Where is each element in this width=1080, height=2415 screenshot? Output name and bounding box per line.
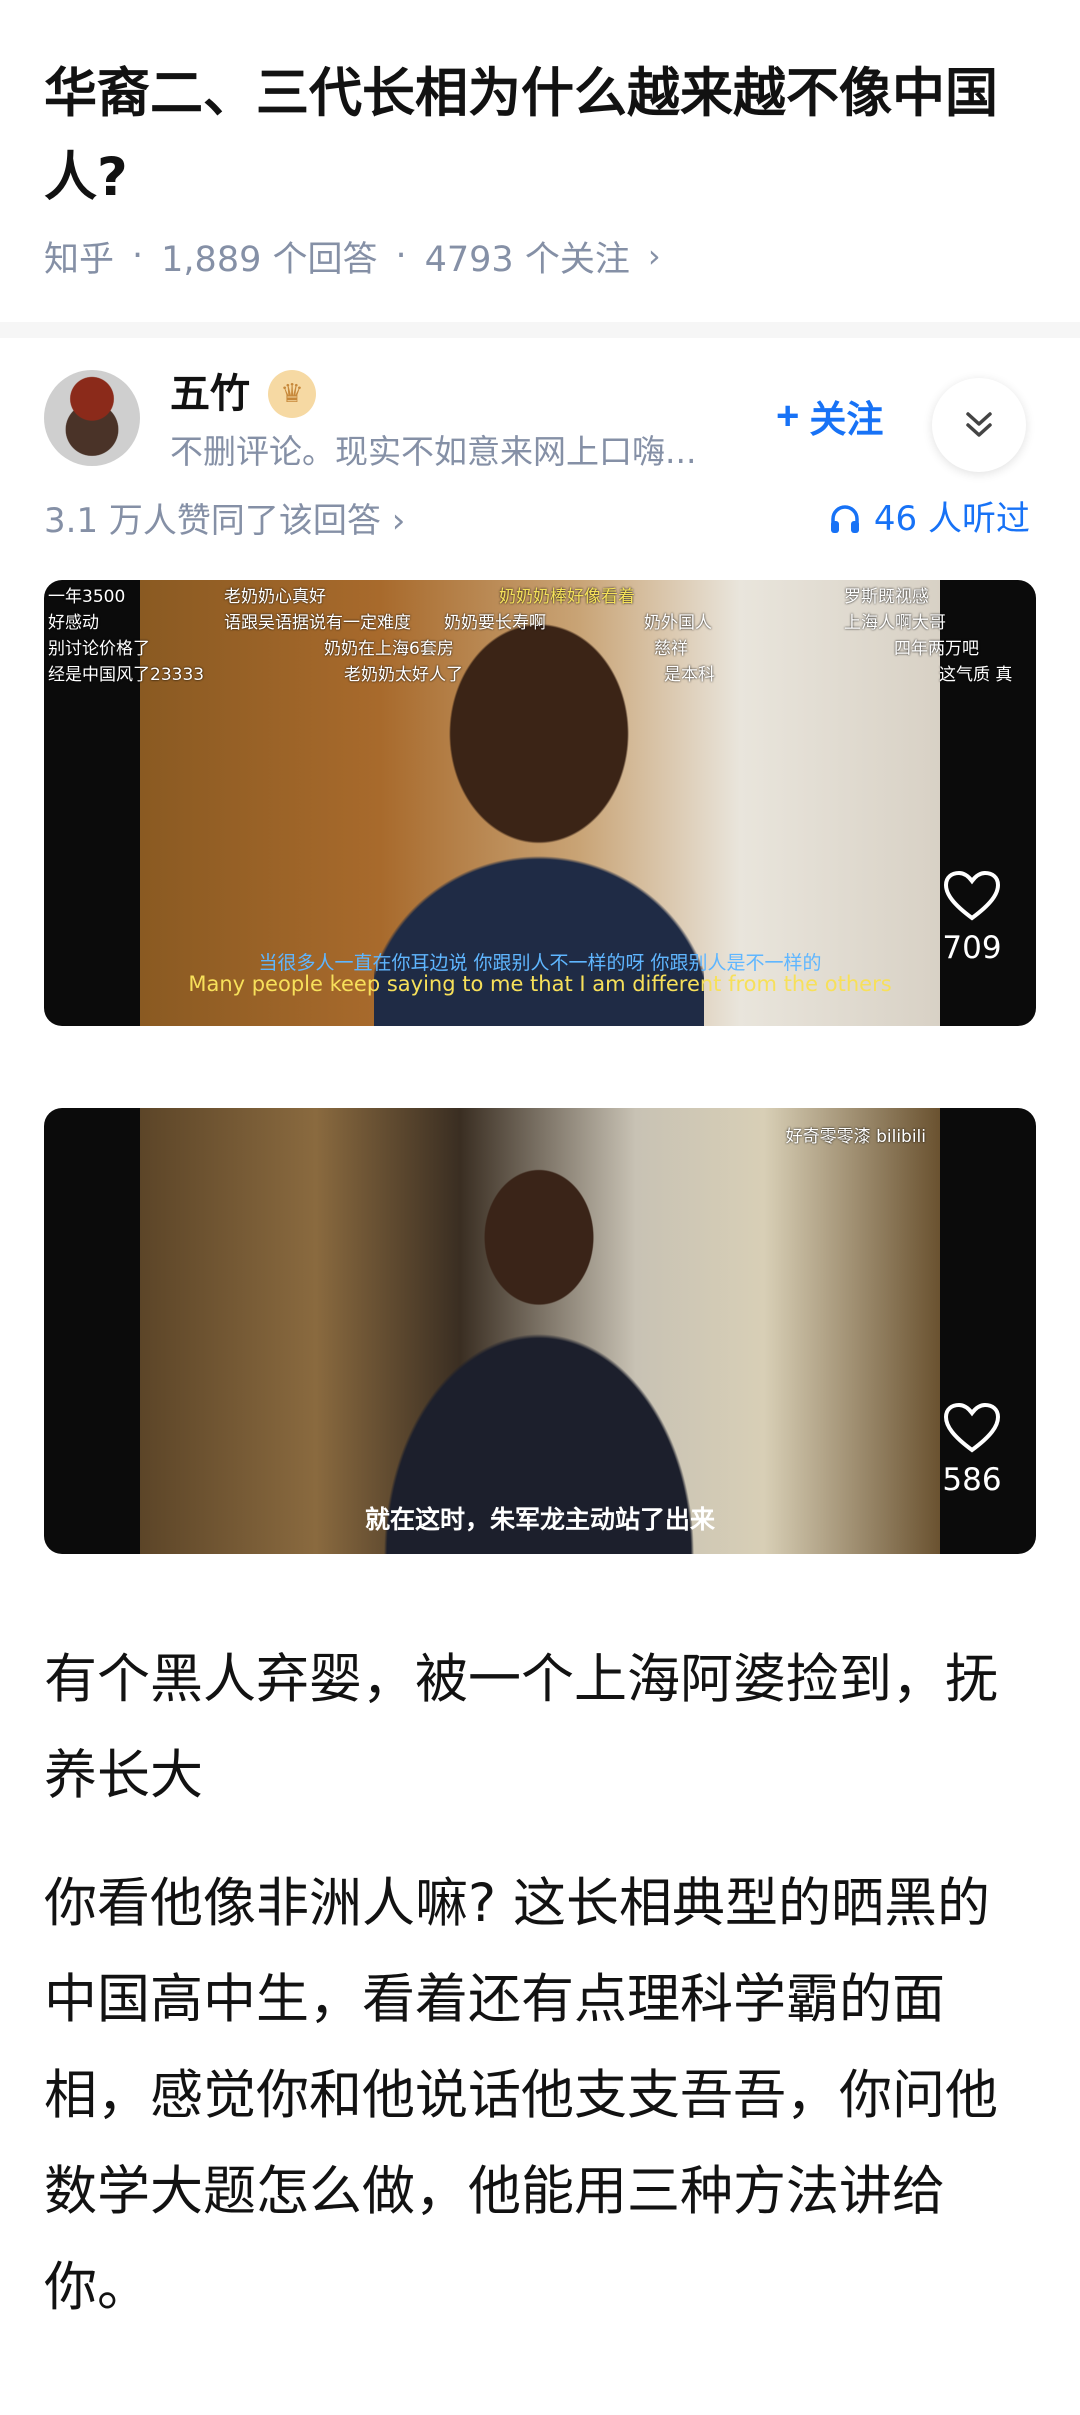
danmaku: 老奶奶心真好 xyxy=(224,587,326,607)
danmaku: 奶奶要长寿啊 xyxy=(444,613,546,633)
video-like-count: 586 xyxy=(942,1462,1002,1498)
follower-count: 4793 个关注 xyxy=(424,239,630,280)
video-subtitle-cn: 当很多人一直在你耳边说 你跟别人不一样的呀 你跟别人是不一样的 xyxy=(258,952,822,974)
video-subtitle-en: Many people keep saying to me that I am … xyxy=(188,972,892,996)
danmaku: 经是中国风了23333 xyxy=(48,665,205,685)
answer-count: 1,889 个回答 xyxy=(161,239,378,280)
follow-label: 关注 xyxy=(809,399,884,440)
video-like-count: 709 xyxy=(942,930,1002,966)
answer-paragraph-2: 你看他像非洲人嘛? 这长相典型的晒黑的中国高中生，看着还有点理科学霸的面相，感觉… xyxy=(44,1873,998,2318)
danmaku: 奶奶奶棒好像看着 xyxy=(499,587,635,607)
answer-page: 华裔二、三代长相为什么越来越不像中国人? 知乎 · 1,889 个回答 · 47… xyxy=(0,0,1080,2415)
question-title[interactable]: 华裔二、三代长相为什么越来越不像中国人? xyxy=(44,52,1034,220)
listen-count[interactable]: 46 人听过 xyxy=(828,494,1030,544)
author-name[interactable]: 五竹 xyxy=(170,366,250,422)
likes-count: 3.1 万人赞同了该回答 xyxy=(44,501,381,541)
danmaku: 上海人啊大哥 xyxy=(844,613,946,633)
danmaku: 一年3500 xyxy=(48,587,126,607)
danmaku: 好感动 xyxy=(48,613,99,633)
crown-badge-icon: ♛ xyxy=(268,370,316,418)
author-bio: 不删评论。现实不如意来网上口嗨... xyxy=(170,432,697,471)
video-like-button[interactable]: 586 xyxy=(936,1402,1008,1498)
separator-dot: · xyxy=(395,236,407,276)
danmaku: 慈祥 xyxy=(654,639,688,659)
danmaku: 语跟吴语据说有一定难度 xyxy=(224,613,411,633)
plus-icon: + xyxy=(776,393,800,438)
danmaku: 奶外国人 xyxy=(644,613,712,633)
question-meta[interactable]: 知乎 · 1,889 个回答 · 4793 个关注 › xyxy=(44,228,661,284)
chevron-right-icon: › xyxy=(391,501,406,541)
video-watermark: 好奇零零漆 bilibili xyxy=(785,1127,926,1147)
source-label: 知乎 xyxy=(44,239,115,280)
likes-row[interactable]: 3.1 万人赞同了该回答 › xyxy=(44,496,405,546)
speaker-figure xyxy=(374,1148,704,1554)
danmaku: 老奶奶太好人了 xyxy=(344,665,463,685)
section-divider xyxy=(0,322,1080,338)
video-like-button[interactable]: 709 xyxy=(936,870,1008,966)
heart-icon xyxy=(943,870,1001,921)
danmaku: 这气质 真 xyxy=(939,665,1013,685)
heart-icon xyxy=(943,1402,1001,1453)
chevron-right-icon: › xyxy=(647,237,661,275)
listen-label: 46 人听过 xyxy=(873,499,1030,539)
danmaku: 别讨论价格了 xyxy=(48,639,150,659)
video-player-1[interactable]: 一年3500 老奶奶心真好 奶奶奶棒好像看着 罗斯既视感 好感动 语跟吴语据说有… xyxy=(44,580,1036,1026)
author-avatar[interactable] xyxy=(44,370,140,466)
answer-paragraph-1: 有个黑人弃婴，被一个上海阿婆捡到，抚养长大 xyxy=(44,1649,998,1806)
danmaku: 罗斯既视感 xyxy=(844,587,929,607)
danmaku: 是本科 xyxy=(664,665,715,685)
double-chevron-down-icon xyxy=(966,412,992,437)
headphones-icon xyxy=(830,505,859,533)
danmaku: 四年两万吧 xyxy=(894,639,979,659)
video-player-2[interactable]: 好奇零零漆 bilibili 就在这时，朱军龙主动站了出来 586 xyxy=(44,1108,1036,1554)
video-subtitle: 就在这时，朱军龙主动站了出来 xyxy=(364,1505,715,1534)
danmaku: 奶奶在上海6套房 xyxy=(324,639,454,659)
separator-dot: · xyxy=(132,236,144,276)
follow-button[interactable]: + 关注 xyxy=(766,386,893,446)
more-menu-button[interactable] xyxy=(932,378,1026,472)
